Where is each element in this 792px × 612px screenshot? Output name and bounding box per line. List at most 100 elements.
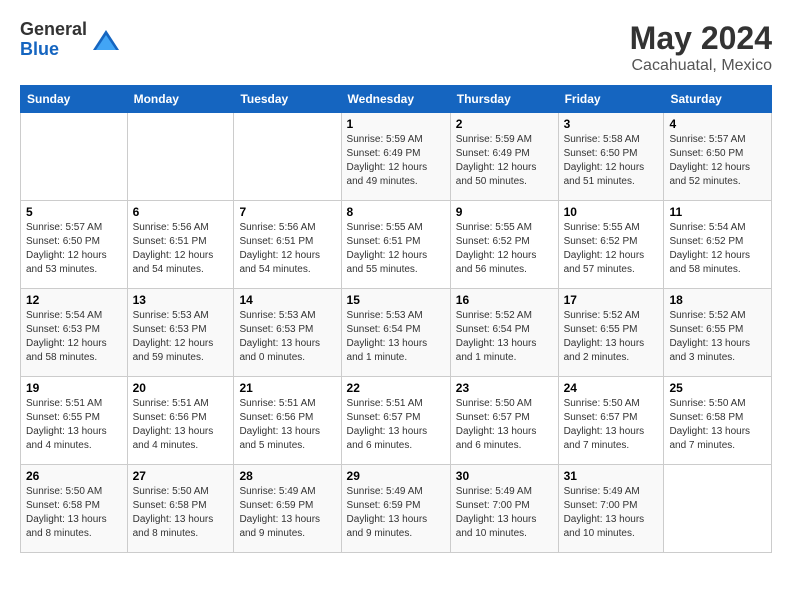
table-row: 10Sunrise: 5:55 AM Sunset: 6:52 PM Dayli…	[558, 201, 664, 289]
page-header: General Blue May 2024 Cacahuatal, Mexico	[20, 20, 772, 75]
day-number: 29	[347, 469, 445, 483]
day-number: 11	[669, 205, 766, 219]
table-row: 27 Sunrise: 5:50 AM Sunset: 6:58 PM Dayli…	[127, 465, 234, 553]
calendar-week-3: 12 Sunrise: 5:54 AM Sunset: 6:53 PM Dayli…	[21, 289, 772, 377]
header-thursday: Thursday	[450, 86, 558, 113]
day-info: Sunrise: 5:53 AM Sunset: 6:53 PM Dayligh…	[133, 309, 229, 365]
logo: General Blue	[20, 20, 121, 60]
day-number: 3	[564, 117, 659, 131]
logo-blue: Blue	[20, 40, 87, 60]
calendar-week-2: 5 Sunrise: 5:57 AM Sunset: 6:50 PM Daylig…	[21, 201, 772, 289]
day-number: 7	[239, 205, 335, 219]
day-number: 2	[456, 117, 553, 131]
table-row: 5 Sunrise: 5:57 AM Sunset: 6:50 PM Daylig…	[21, 201, 128, 289]
day-info: Sunrise: 5:51 AM Sunset: 6:57 PM Dayligh…	[347, 397, 445, 453]
table-row: 15Sunrise: 5:53 AM Sunset: 6:54 PM Dayli…	[341, 289, 450, 377]
table-row: 14 Sunrise: 5:53 AM Sunset: 6:53 PM Dayli…	[234, 289, 341, 377]
day-info: Sunrise: 5:56 AM Sunset: 6:51 PM Dayligh…	[239, 221, 335, 277]
day-number: 8	[347, 205, 445, 219]
day-info: Sunrise: 5:51 AM Sunset: 6:55 PM Dayligh…	[26, 397, 122, 453]
day-info: Sunrise: 5:58 AM Sunset: 6:50 PM Dayligh…	[564, 133, 659, 189]
day-number: 21	[239, 381, 335, 395]
day-info: Sunrise: 5:55 AM Sunset: 6:52 PM Dayligh…	[564, 221, 659, 277]
day-info: Sunrise: 5:54 AM Sunset: 6:53 PM Dayligh…	[26, 309, 122, 365]
day-number: 22	[347, 381, 445, 395]
table-row: 16 Sunrise: 5:52 AM Sunset: 6:54 PM Dayli…	[450, 289, 558, 377]
day-info: Sunrise: 5:49 AM Sunset: 7:00 PM Dayligh…	[564, 485, 659, 541]
table-row: 24 Sunrise: 5:50 AM Sunset: 6:57 PM Dayli…	[558, 377, 664, 465]
day-info: Sunrise: 5:59 AM Sunset: 6:49 PM Dayligh…	[347, 133, 445, 189]
table-row: 31Sunrise: 5:49 AM Sunset: 7:00 PM Dayli…	[558, 465, 664, 553]
table-row: 12 Sunrise: 5:54 AM Sunset: 6:53 PM Dayli…	[21, 289, 128, 377]
day-number: 16	[456, 293, 553, 307]
day-number: 25	[669, 381, 766, 395]
table-row: 29 Sunrise: 5:49 AM Sunset: 6:59 PM Dayli…	[341, 465, 450, 553]
table-row: 13 Sunrise: 5:53 AM Sunset: 6:53 PM Dayli…	[127, 289, 234, 377]
table-row: 21Sunrise: 5:51 AM Sunset: 6:56 PM Dayli…	[234, 377, 341, 465]
day-info: Sunrise: 5:52 AM Sunset: 6:54 PM Dayligh…	[456, 309, 553, 365]
day-info: Sunrise: 5:59 AM Sunset: 6:49 PM Dayligh…	[456, 133, 553, 189]
day-info: Sunrise: 5:49 AM Sunset: 6:59 PM Dayligh…	[239, 485, 335, 541]
table-row: 8 Sunrise: 5:55 AM Sunset: 6:51 PM Daylig…	[341, 201, 450, 289]
header-saturday: Saturday	[664, 86, 772, 113]
header-monday: Monday	[127, 86, 234, 113]
day-number: 1	[347, 117, 445, 131]
logo-icon	[91, 25, 121, 55]
location: Cacahuatal, Mexico	[630, 57, 772, 75]
day-info: Sunrise: 5:57 AM Sunset: 6:50 PM Dayligh…	[669, 133, 766, 189]
day-number: 27	[133, 469, 229, 483]
day-number: 13	[133, 293, 229, 307]
day-info: Sunrise: 5:57 AM Sunset: 6:50 PM Dayligh…	[26, 221, 122, 277]
day-info: Sunrise: 5:50 AM Sunset: 6:57 PM Dayligh…	[564, 397, 659, 453]
table-row: 25 Sunrise: 5:50 AM Sunset: 6:58 PM Dayli…	[664, 377, 772, 465]
header-wednesday: Wednesday	[341, 86, 450, 113]
day-number: 20	[133, 381, 229, 395]
day-info: Sunrise: 5:50 AM Sunset: 6:57 PM Dayligh…	[456, 397, 553, 453]
day-number: 9	[456, 205, 553, 219]
day-number: 5	[26, 205, 122, 219]
day-info: Sunrise: 5:50 AM Sunset: 6:58 PM Dayligh…	[133, 485, 229, 541]
day-info: Sunrise: 5:52 AM Sunset: 6:55 PM Dayligh…	[669, 309, 766, 365]
title-block: May 2024 Cacahuatal, Mexico	[630, 20, 772, 75]
day-info: Sunrise: 5:50 AM Sunset: 6:58 PM Dayligh…	[669, 397, 766, 453]
logo-general: General	[20, 20, 87, 40]
calendar-week-1: 1 Sunrise: 5:59 AM Sunset: 6:49 PM Daylig…	[21, 113, 772, 201]
calendar-week-5: 26 Sunrise: 5:50 AM Sunset: 6:58 PM Dayli…	[21, 465, 772, 553]
calendar-table: Sunday Monday Tuesday Wednesday Thursday…	[20, 85, 772, 553]
day-info: Sunrise: 5:52 AM Sunset: 6:55 PM Dayligh…	[564, 309, 659, 365]
day-number: 19	[26, 381, 122, 395]
day-info: Sunrise: 5:49 AM Sunset: 7:00 PM Dayligh…	[456, 485, 553, 541]
day-number: 26	[26, 469, 122, 483]
day-number: 24	[564, 381, 659, 395]
table-row	[664, 465, 772, 553]
day-number: 15	[347, 293, 445, 307]
table-row	[21, 113, 128, 201]
header-sunday: Sunday	[21, 86, 128, 113]
day-number: 17	[564, 293, 659, 307]
day-number: 4	[669, 117, 766, 131]
table-row	[234, 113, 341, 201]
table-row: 17 Sunrise: 5:52 AM Sunset: 6:55 PM Dayli…	[558, 289, 664, 377]
day-number: 28	[239, 469, 335, 483]
table-row: 28 Sunrise: 5:49 AM Sunset: 6:59 PM Dayli…	[234, 465, 341, 553]
day-info: Sunrise: 5:50 AM Sunset: 6:58 PM Dayligh…	[26, 485, 122, 541]
day-number: 18	[669, 293, 766, 307]
table-row: 18 Sunrise: 5:52 AM Sunset: 6:55 PM Dayli…	[664, 289, 772, 377]
day-number: 12	[26, 293, 122, 307]
day-info: Sunrise: 5:49 AM Sunset: 6:59 PM Dayligh…	[347, 485, 445, 541]
day-info: Sunrise: 5:55 AM Sunset: 6:51 PM Dayligh…	[347, 221, 445, 277]
table-row: 23Sunrise: 5:50 AM Sunset: 6:57 PM Dayli…	[450, 377, 558, 465]
table-row: 22 Sunrise: 5:51 AM Sunset: 6:57 PM Dayli…	[341, 377, 450, 465]
day-info: Sunrise: 5:51 AM Sunset: 6:56 PM Dayligh…	[133, 397, 229, 453]
header-friday: Friday	[558, 86, 664, 113]
table-row: 1 Sunrise: 5:59 AM Sunset: 6:49 PM Daylig…	[341, 113, 450, 201]
table-row: 2 Sunrise: 5:59 AM Sunset: 6:49 PM Daylig…	[450, 113, 558, 201]
day-number: 14	[239, 293, 335, 307]
table-row: 11Sunrise: 5:54 AM Sunset: 6:52 PM Dayli…	[664, 201, 772, 289]
day-info: Sunrise: 5:53 AM Sunset: 6:53 PM Dayligh…	[239, 309, 335, 365]
header-tuesday: Tuesday	[234, 86, 341, 113]
table-row: 6Sunrise: 5:56 AM Sunset: 6:51 PM Daylig…	[127, 201, 234, 289]
month-year: May 2024	[630, 20, 772, 57]
calendar-week-4: 19 Sunrise: 5:51 AM Sunset: 6:55 PM Dayli…	[21, 377, 772, 465]
table-row: 4 Sunrise: 5:57 AM Sunset: 6:50 PM Daylig…	[664, 113, 772, 201]
